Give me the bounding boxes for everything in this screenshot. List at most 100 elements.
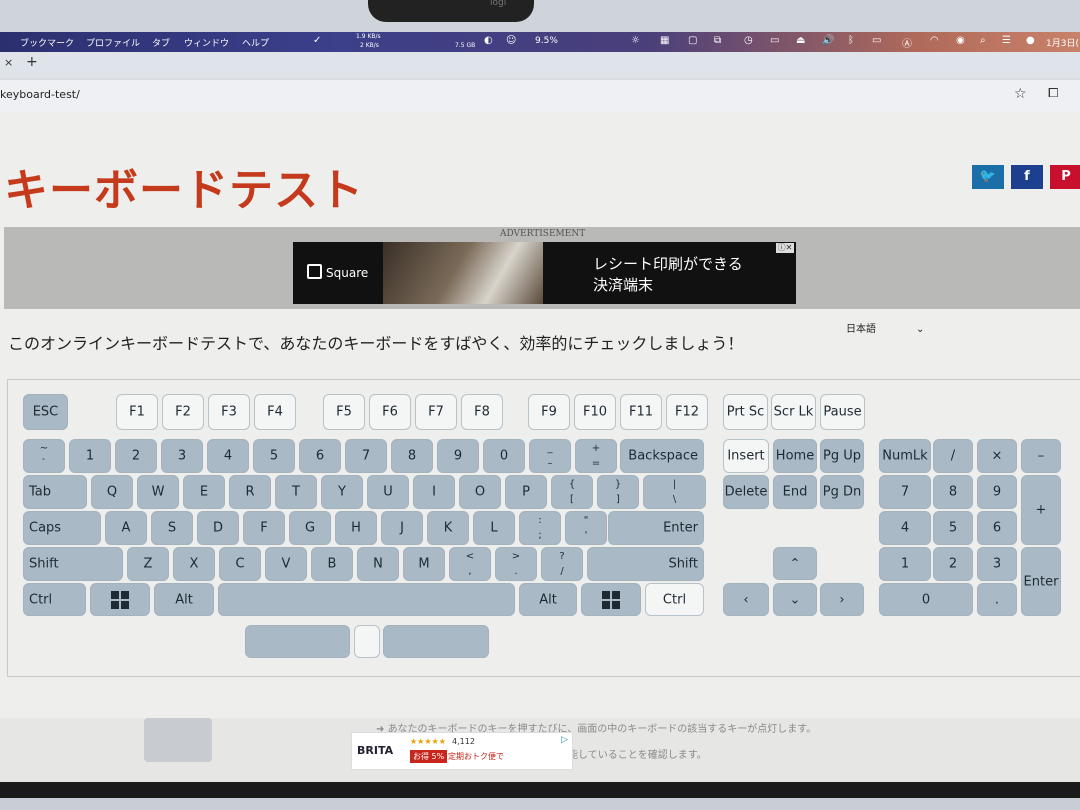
key-num-2[interactable]: 2 (933, 547, 973, 581)
key-left-shift[interactable]: Shift (23, 547, 123, 581)
key-num-3[interactable]: 3 (977, 547, 1017, 581)
key-z[interactable]: Z (127, 547, 169, 581)
key-row1-3[interactable]: 3 (161, 439, 203, 473)
key-r[interactable]: R (229, 475, 271, 509)
key-row1-5[interactable]: 5 (253, 439, 295, 473)
key-row2-12[interactable]: }] (597, 475, 639, 509)
half-moon-icon[interactable]: ◐ (484, 35, 493, 46)
key-num-8[interactable]: 8 (933, 475, 973, 509)
key-f6[interactable]: F6 (369, 394, 411, 430)
key-row1-2[interactable]: 2 (115, 439, 157, 473)
siri-icon[interactable]: ● (1026, 35, 1035, 46)
key-arrow-up[interactable]: ⌃ (773, 547, 817, 580)
twitter-share-button[interactable]: 🐦 (972, 165, 1004, 189)
copy-icon[interactable]: ⧉ (714, 35, 721, 46)
key-num-1[interactable]: 1 (879, 547, 931, 581)
key-m[interactable]: M (403, 547, 445, 581)
key-enter[interactable]: Enter (608, 511, 704, 545)
key-row1-11[interactable]: _ – (529, 439, 571, 473)
key-l[interactable]: L (473, 511, 515, 545)
key-tab[interactable]: Tab (23, 475, 87, 509)
key-j[interactable]: J (381, 511, 423, 545)
key-numlock[interactable]: NumLk (879, 439, 931, 473)
key-num-7[interactable]: 7 (879, 475, 931, 509)
key-delete[interactable]: Delete (723, 475, 769, 509)
key-row1-10[interactable]: 0 (483, 439, 525, 473)
key-row1-4[interactable]: 4 (207, 439, 249, 473)
search-icon[interactable]: ⌕ (980, 35, 986, 46)
bluetooth-icon[interactable]: ᛒ (848, 35, 854, 46)
key-o[interactable]: O (459, 475, 501, 509)
key-row1-0[interactable]: ~ ` (23, 439, 65, 473)
key-f11[interactable]: F11 (620, 394, 662, 430)
check-circle-icon[interactable]: ✓ (313, 35, 321, 46)
clock-icon[interactable]: ◷ (744, 35, 753, 46)
key-end[interactable]: End (773, 475, 817, 509)
key-f9[interactable]: F9 (528, 394, 570, 430)
square-ad-banner[interactable]: Square レシート印刷ができる 決済端末 ⓘ✕ (293, 242, 796, 304)
pinterest-share-button[interactable]: P (1050, 165, 1080, 189)
key-f4[interactable]: F4 (254, 394, 296, 430)
key-num-4[interactable]: 4 (879, 511, 931, 545)
battery-icon[interactable]: ▭ (872, 35, 881, 46)
key-left-ctrl[interactable]: Ctrl (23, 583, 86, 616)
key-space[interactable] (218, 583, 515, 616)
key-v[interactable]: V (265, 547, 307, 581)
key-pg-dn[interactable]: Pg Dn (820, 475, 864, 509)
key-arrow-down[interactable]: ⌄ (773, 583, 817, 616)
key-num-9[interactable]: 9 (977, 475, 1017, 509)
key-f10[interactable]: F10 (574, 394, 616, 430)
key-row1-12[interactable]: + = (575, 439, 617, 473)
key-caps[interactable]: Caps (23, 511, 101, 545)
key-k[interactable]: K (427, 511, 469, 545)
mouse-right-button[interactable] (383, 625, 489, 658)
extensions-icon[interactable]: ⧠ (1048, 86, 1058, 101)
key-backspace[interactable]: Backspace (620, 439, 704, 473)
key-row2-13[interactable]: | \ (643, 475, 706, 509)
key-h[interactable]: H (335, 511, 377, 545)
key-row4-10[interactable]: ? / (541, 547, 583, 581)
key-n[interactable]: N (357, 547, 399, 581)
brightness-icon[interactable]: ☼ (631, 35, 640, 46)
key-t[interactable]: T (275, 475, 317, 509)
key-right-alt[interactable]: Alt (519, 583, 577, 616)
wifi-icon[interactable]: ◠ (930, 35, 939, 46)
user-icon[interactable]: ◉ (956, 35, 965, 46)
key-left-windows[interactable] (90, 583, 150, 616)
app-icon[interactable]: ▦ (660, 35, 669, 46)
new-tab-button[interactable]: + (26, 54, 38, 70)
key-num-divide[interactable]: / (933, 439, 973, 473)
key-num-6[interactable]: 6 (977, 511, 1017, 545)
key-f[interactable]: F (243, 511, 285, 545)
key-p[interactable]: P (505, 475, 547, 509)
control-center-icon[interactable]: ☰ (1002, 35, 1011, 46)
key-num-plus[interactable]: + (1021, 475, 1061, 545)
menu-bookmarks[interactable]: ブックマーク (20, 36, 74, 49)
volume-icon[interactable]: 🔊 (822, 35, 834, 46)
ad-info-icon[interactable]: ⓘ✕ (776, 243, 794, 253)
key-row1-6[interactable]: 6 (299, 439, 341, 473)
menu-profile[interactable]: プロファイル (86, 36, 140, 49)
key-row1-8[interactable]: 8 (391, 439, 433, 473)
input-source-icon[interactable]: Ⓐ (902, 35, 912, 50)
key-i[interactable]: I (413, 475, 455, 509)
key-f12[interactable]: F12 (666, 394, 708, 430)
key-e[interactable]: E (183, 475, 225, 509)
bookmark-star-icon[interactable]: ☆ (1014, 86, 1027, 102)
address-bar[interactable]: keyboard-test/ ☆ ⧠ (0, 80, 1080, 112)
key-home[interactable]: Home (773, 439, 817, 473)
key-f8[interactable]: F8 (461, 394, 503, 430)
key-x[interactable]: X (173, 547, 215, 581)
key-num-enter[interactable]: Enter (1021, 547, 1061, 616)
key-f1[interactable]: F1 (116, 394, 158, 430)
key-y[interactable]: Y (321, 475, 363, 509)
url-text[interactable]: keyboard-test/ (0, 88, 80, 101)
key-f3[interactable]: F3 (208, 394, 250, 430)
smiley-icon[interactable]: ☺ (506, 35, 516, 46)
key-f7[interactable]: F7 (415, 394, 457, 430)
key-a[interactable]: A (105, 511, 147, 545)
key-s[interactable]: S (151, 511, 193, 545)
mouse-wheel[interactable] (354, 625, 380, 658)
brita-ad[interactable]: BRITA ★★★★★ 4,112 お得 5% 定期おトク便で ▷ (351, 732, 573, 770)
key-right-ctrl[interactable]: Ctrl (645, 583, 704, 616)
